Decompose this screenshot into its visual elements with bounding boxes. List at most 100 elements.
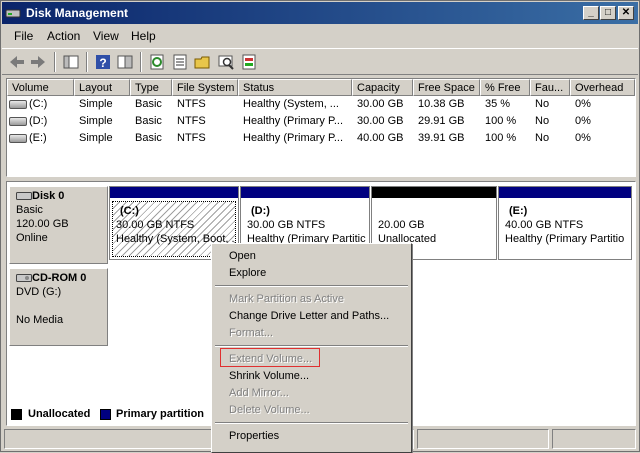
extend-volume-highlight-box	[220, 348, 320, 367]
menu-properties[interactable]: Properties	[214, 428, 409, 445]
cell-percent-free: 100 %	[485, 115, 517, 127]
column-type[interactable]: Type	[130, 79, 172, 96]
console-tree-icon[interactable]	[62, 53, 80, 71]
partition-label: (D:)	[251, 205, 270, 217]
partition-size: 30.00 GB NTFS	[247, 219, 326, 231]
cell-layout: Simple	[79, 98, 113, 110]
menu-open[interactable]: Open	[214, 248, 409, 265]
partition-size: 30.00 GB NTFS	[116, 219, 195, 231]
partition-bar	[110, 187, 238, 198]
column-capacity[interactable]: Capacity	[352, 79, 413, 96]
partition-size: 20.00 GB	[378, 219, 425, 231]
minimize-button[interactable]: _	[583, 6, 599, 20]
window-title: Disk Management	[26, 6, 129, 20]
close-button[interactable]: ✕	[618, 6, 634, 20]
cell-type: Basic	[135, 98, 162, 110]
back-icon[interactable]	[8, 53, 26, 71]
cell-percent-free: 100 %	[485, 132, 517, 144]
disk-0-label[interactable]: Disk 0 Basic 120.00 GB Online	[9, 186, 108, 264]
cell-fault-tolerance: No	[535, 132, 550, 144]
menu-view[interactable]: View	[93, 29, 119, 43]
cdrom-0-name: CD-ROM 0	[32, 272, 87, 284]
legend-unallocated-swatch	[11, 409, 22, 420]
menu-separator	[215, 285, 408, 287]
partition-label: (E:)	[509, 205, 528, 217]
open-icon[interactable]	[194, 53, 212, 71]
toolbar: ?	[2, 48, 638, 75]
cell-overhead: 0%	[575, 132, 591, 144]
cell-capacity: 40.00 GB	[357, 132, 404, 144]
menu-help[interactable]: Help	[131, 29, 156, 43]
partition-size: 40.00 GB NTFS	[505, 219, 584, 231]
partition-bar	[499, 187, 631, 198]
maximize-button[interactable]: □	[600, 6, 616, 20]
legend-primary-swatch	[100, 409, 111, 420]
column-free-space[interactable]: Free Space	[413, 79, 480, 96]
menu-delete-volume: Delete Volume...	[229, 404, 310, 416]
cell-status: Healthy (Primary P...	[243, 115, 344, 127]
volume-drive-icon	[9, 100, 27, 109]
partition-label	[378, 204, 490, 218]
svg-text:?: ?	[99, 56, 106, 70]
column-fault-tolerance[interactable]: Fau...	[530, 79, 570, 96]
partition-label: (C:)	[120, 205, 139, 217]
cell-percent-free: 35 %	[485, 98, 511, 110]
cell-fault-tolerance: No	[535, 98, 550, 110]
cell-capacity: 30.00 GB	[357, 115, 404, 127]
cdrom-0-type: DVD (G:)	[16, 286, 62, 298]
cell-file-system: NTFS	[177, 115, 206, 127]
column-percent-free[interactable]: % Free	[480, 79, 530, 96]
cell-status: Healthy (Primary P...	[243, 132, 344, 144]
menu-file[interactable]: File	[14, 29, 33, 43]
volume-row[interactable]: (E:) Simple Basic NTFS Healthy (Primary P...…	[7, 130, 635, 147]
menu-change-drive-letter[interactable]: Change Drive Letter and Paths...	[214, 308, 409, 325]
menu-mark-partition-active: Mark Partition as Active	[229, 293, 344, 305]
volume-drive-icon	[9, 117, 27, 126]
menu-bar: File Action View Help	[2, 26, 638, 46]
properties-icon[interactable]	[171, 53, 189, 71]
toolbar-separator	[140, 52, 142, 72]
disk-0-state: Online	[16, 232, 48, 244]
disk-0-type: Basic	[16, 204, 43, 216]
menu-explore[interactable]: Explore	[214, 265, 409, 282]
toolbar-separator	[54, 52, 56, 72]
disk-icon	[16, 192, 32, 201]
cell-free-space: 10.38 GB	[418, 98, 465, 110]
partition-e[interactable]: (E:) 40.00 GB NTFS Healthy (Primary Part…	[498, 186, 632, 260]
partition-bar	[372, 187, 496, 198]
menu-action[interactable]: Action	[47, 29, 80, 43]
disk-management-window: Disk Management _ □ ✕ File Action View H…	[0, 0, 640, 453]
show-pane-icon[interactable]	[116, 53, 134, 71]
menu-format: Format...	[229, 327, 274, 339]
explore-icon[interactable]	[240, 53, 258, 71]
forward-icon[interactable]	[29, 53, 47, 71]
toolbar-separator	[86, 52, 88, 72]
column-layout[interactable]: Layout	[74, 79, 130, 96]
cell-volume: (C:)	[29, 98, 48, 110]
partition-status: Healthy (Primary Partitio	[505, 233, 625, 245]
column-status[interactable]: Status	[238, 79, 352, 96]
cdrom-icon	[16, 274, 32, 283]
cell-status: Healthy (System, ...	[243, 98, 339, 110]
menu-shrink-volume[interactable]: Shrink Volume...	[214, 368, 409, 385]
status-pane	[552, 429, 636, 449]
column-volume[interactable]: Volume	[7, 79, 74, 96]
disk-0-size: 120.00 GB	[16, 218, 69, 230]
disk-management-icon	[5, 9, 21, 18]
volume-list[interactable]: Volume Layout Type File System Status Ca…	[6, 78, 636, 177]
legend-unallocated-label: Unallocated	[28, 408, 91, 420]
menu-separator	[215, 345, 408, 347]
menu-separator	[215, 422, 408, 424]
volume-row[interactable]: (D:) Simple Basic NTFS Healthy (Primary P...…	[7, 113, 635, 130]
menu-add-mirror: Add Mirror...	[229, 387, 289, 399]
cdrom-0-state: No Media	[16, 314, 64, 326]
help-icon[interactable]: ?	[94, 53, 112, 71]
column-file-system[interactable]: File System	[172, 79, 238, 96]
volume-row[interactable]: (C:) Simple Basic NTFS Healthy (System, ... 3…	[7, 96, 635, 113]
cell-free-space: 29.91 GB	[418, 115, 465, 127]
column-overhead[interactable]: Overhead	[570, 79, 635, 96]
cell-overhead: 0%	[575, 115, 591, 127]
rescan-icon[interactable]	[217, 53, 235, 71]
cdrom-0-label[interactable]: CD-ROM 0 DVD (G:) No Media	[9, 268, 108, 346]
refresh-icon[interactable]	[148, 53, 166, 71]
